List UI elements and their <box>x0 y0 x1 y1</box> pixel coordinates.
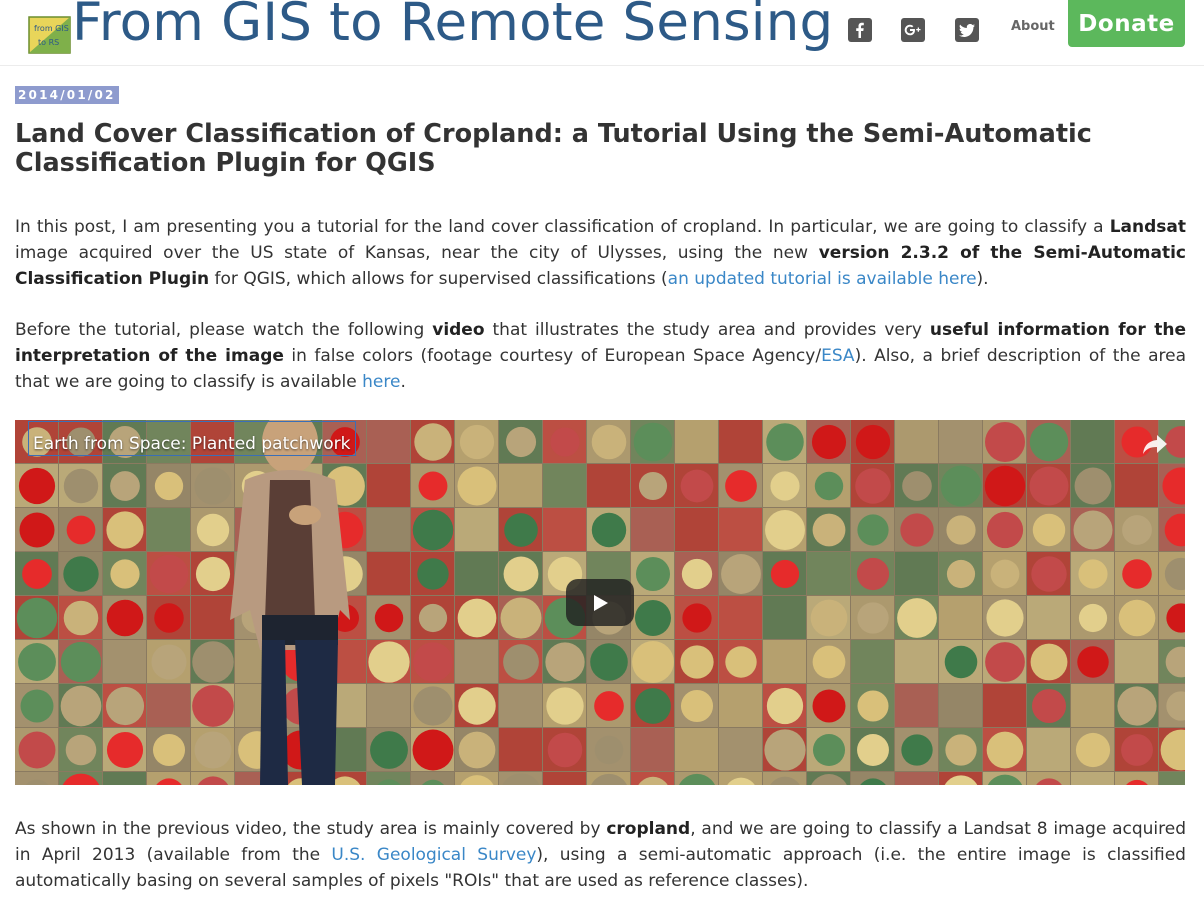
usgs-link[interactable]: U.S. Geological Survey <box>331 845 536 865</box>
facebook-icon[interactable] <box>848 18 872 42</box>
site-title[interactable]: From GIS to Remote Sensing <box>72 0 833 53</box>
donate-button[interactable]: Donate <box>1068 0 1185 47</box>
share-icon[interactable] <box>1142 433 1168 455</box>
esa-link[interactable]: ESA <box>821 346 854 366</box>
about-link[interactable]: About <box>1011 19 1055 34</box>
video-title[interactable]: Earth from Space: Planted patchwork <box>28 421 356 456</box>
video-intro-paragraph: Before the tutorial, please watch the fo… <box>15 320 1187 392</box>
video-player[interactable]: Earth from Space: Planted patchwork <box>15 420 1185 785</box>
intro-paragraph: In this post, I am presenting you a tuto… <box>15 217 1186 289</box>
google-plus-icon[interactable] <box>901 18 925 42</box>
logo-text-top: from GIS <box>34 24 69 33</box>
area-description-link[interactable]: here <box>362 372 400 392</box>
site-header: from GIS to RS From GIS to Remote Sensin… <box>0 0 1204 66</box>
twitter-icon[interactable] <box>955 18 979 42</box>
play-icon <box>594 594 608 611</box>
logo-text-bottom: to RS <box>38 38 59 47</box>
post-title[interactable]: Land Cover Classification of Cropland: a… <box>15 120 1190 178</box>
presenter-figure <box>230 420 350 785</box>
updated-tutorial-link[interactable]: an updated tutorial is available here <box>668 269 977 289</box>
site-logo[interactable]: from GIS to RS <box>28 15 72 55</box>
post-date: 2014/01/02 <box>15 86 119 104</box>
play-button[interactable] <box>566 579 634 626</box>
study-area-paragraph: As shown in the previous video, the stud… <box>15 819 1186 891</box>
